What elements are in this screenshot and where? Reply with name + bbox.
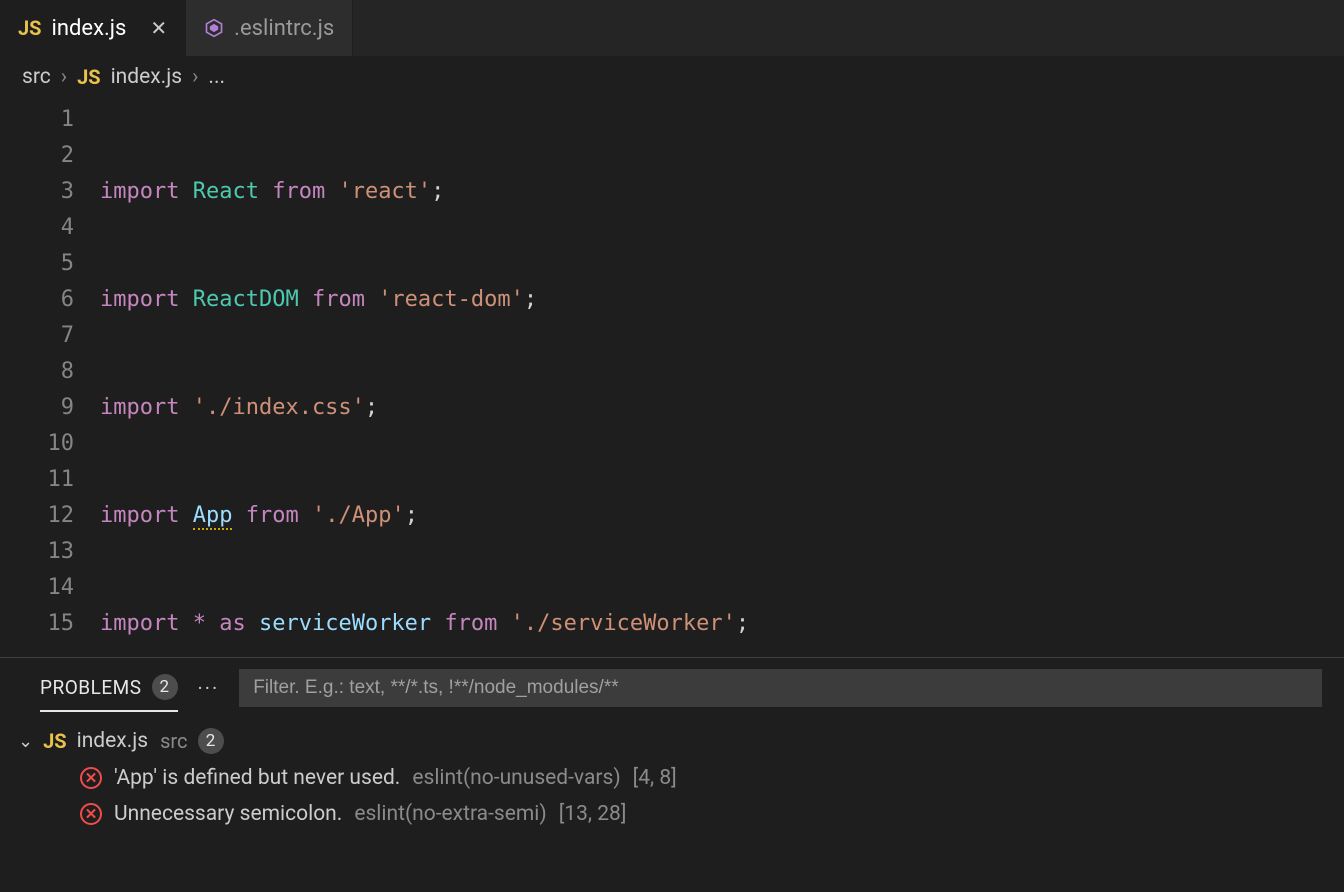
problem-file-name: index.js	[77, 729, 149, 753]
js-icon: JS	[18, 16, 42, 40]
panel-tab-label: PROBLEMS	[40, 676, 142, 699]
problems-count-badge: 2	[152, 674, 178, 700]
panel-header: PROBLEMS 2 ···	[0, 658, 1344, 714]
warning-token-app[interactable]: App	[193, 503, 233, 530]
problem-rule: eslint(no-extra-semi)	[354, 802, 546, 826]
code-editor[interactable]: 1 2 3 4 5 6 7 8 9 10 11 12 13 14 15 impo…	[0, 98, 1344, 657]
problem-message: 'App' is defined but never used.	[114, 766, 400, 790]
panel-body: ⌄ JS index.js src 2 ✕ 'App' is defined b…	[0, 714, 1344, 892]
js-icon: JS	[77, 65, 101, 89]
js-icon: JS	[43, 729, 67, 753]
code-content[interactable]: import React from 'react'; import ReactD…	[100, 102, 1344, 657]
problem-row[interactable]: ✕ 'App' is defined but never used. eslin…	[10, 760, 1334, 796]
problem-location: [4, 8]	[633, 766, 677, 790]
breadcrumb-file[interactable]: index.js	[111, 65, 183, 89]
chevron-right-icon: ›	[61, 65, 67, 89]
problem-message: Unnecessary semicolon.	[114, 802, 342, 826]
breadcrumb-more[interactable]: ...	[208, 65, 225, 89]
eslint-icon	[204, 18, 224, 38]
tab-bar: JS index.js ✕ .eslintrc.js	[0, 0, 1344, 56]
line-gutter: 1 2 3 4 5 6 7 8 9 10 11 12 13 14 15	[0, 102, 100, 657]
tab-index-js[interactable]: JS index.js ✕	[0, 0, 186, 56]
tab-label: index.js	[52, 16, 127, 41]
problem-row[interactable]: ✕ Unnecessary semicolon. eslint(no-extra…	[10, 796, 1334, 832]
error-icon: ✕	[80, 767, 102, 789]
chevron-down-icon[interactable]: ⌄	[18, 731, 33, 752]
close-icon[interactable]: ✕	[150, 16, 167, 40]
breadcrumb-folder[interactable]: src	[22, 65, 51, 89]
problem-location: [13, 28]	[559, 802, 627, 826]
problem-file-dir: src	[160, 729, 187, 753]
problems-panel: PROBLEMS 2 ··· ⌄ JS index.js src 2 ✕ 'Ap…	[0, 657, 1344, 892]
tab-eslintrc-js[interactable]: .eslintrc.js	[186, 0, 353, 56]
file-problem-count-badge: 2	[198, 728, 224, 754]
panel-more-icon[interactable]: ···	[198, 676, 220, 710]
panel-filter	[239, 669, 1322, 717]
problem-rule: eslint(no-unused-vars)	[412, 766, 620, 790]
problems-tab[interactable]: PROBLEMS 2	[40, 674, 178, 712]
chevron-right-icon: ›	[192, 65, 198, 89]
problem-file-row[interactable]: ⌄ JS index.js src 2	[10, 722, 1334, 760]
filter-input[interactable]	[239, 669, 1322, 707]
error-icon: ✕	[80, 803, 102, 825]
breadcrumb[interactable]: src › JS index.js › ...	[0, 56, 1344, 98]
tab-label: .eslintrc.js	[234, 16, 334, 41]
